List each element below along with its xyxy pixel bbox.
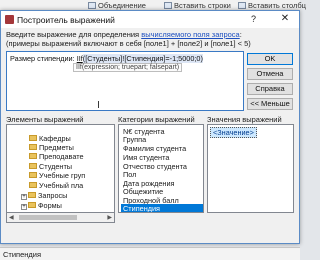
tree-item[interactable]: Учебный пла xyxy=(29,181,83,190)
examples-text: (примеры выражений включают в себя [поле… xyxy=(6,39,251,48)
text-cursor-icon: I xyxy=(97,100,100,111)
close-icon[interactable]: ✕ xyxy=(271,11,299,27)
table-icon xyxy=(29,182,37,188)
expression-builder-dialog: Построитель выражений ? ✕ Введите выраже… xyxy=(0,10,300,244)
expand-icon[interactable]: + xyxy=(21,204,27,210)
tree-item-forms[interactable]: + Формы xyxy=(21,201,62,210)
access-app-icon xyxy=(5,15,14,24)
dialog-titlebar[interactable]: Построитель выражений ? ✕ xyxy=(1,11,299,28)
calculated-field-link[interactable]: вычисляемого поля запроса xyxy=(141,30,240,39)
tree-item[interactable]: Студенты xyxy=(29,162,72,171)
table-icon xyxy=(29,172,37,178)
tree-item[interactable]: Кафедры xyxy=(29,134,71,143)
function-signature-tooltip: IIf(expression; truepart; falsepart) xyxy=(73,63,183,72)
background-field-row: Стипендия xyxy=(0,247,300,260)
iif-function[interactable]: IIf xyxy=(77,54,83,63)
expression-editor[interactable]: Размер стипендии: IIf([Студенты]![Стипен… xyxy=(6,51,244,111)
less-button[interactable]: << Меньше xyxy=(247,98,293,110)
ok-button[interactable]: OK xyxy=(247,53,293,65)
list-item[interactable]: Общежитие xyxy=(121,187,203,196)
scroll-thumb[interactable] xyxy=(19,215,77,220)
dialog-title: Построитель выражений xyxy=(17,15,115,25)
background-field-label: Стипендия xyxy=(3,250,42,259)
merge-icon xyxy=(88,2,96,9)
elements-horizontal-scrollbar[interactable]: ◀ ▶ xyxy=(6,213,115,223)
folder-icon xyxy=(28,192,36,198)
scroll-left-icon[interactable]: ◀ xyxy=(9,214,14,221)
folder-icon xyxy=(28,202,36,208)
instruction-text: Введите выражение для определения вычисл… xyxy=(6,30,242,39)
ribbon-merge-button[interactable]: Объединение xyxy=(88,1,146,10)
cancel-button[interactable]: Отмена xyxy=(247,68,293,80)
table-icon xyxy=(29,163,37,169)
list-item[interactable]: <Значение> xyxy=(210,127,257,138)
tree-item[interactable]: Предметы xyxy=(29,143,74,152)
insert-columns-icon xyxy=(238,2,246,9)
list-item[interactable]: Имя студента xyxy=(121,153,203,162)
list-item-selected[interactable]: Стипендия xyxy=(121,204,203,212)
scroll-right-icon[interactable]: ▶ xyxy=(107,214,112,221)
values-label: Значения выражений xyxy=(207,115,282,124)
tree-item[interactable]: Учебные груп xyxy=(29,171,85,180)
expand-icon[interactable]: + xyxy=(21,194,27,200)
table-icon xyxy=(29,144,37,150)
expression-text[interactable]: Размер стипендии: IIf([Студенты]![Стипен… xyxy=(10,54,203,63)
help-icon[interactable]: ? xyxy=(251,14,256,24)
categories-label: Категории выражений xyxy=(118,115,195,124)
table-icon xyxy=(29,135,37,141)
list-item[interactable]: Группа xyxy=(121,135,203,144)
values-list[interactable]: <Значение> xyxy=(207,124,294,213)
help-button[interactable]: Справка xyxy=(247,83,293,95)
ribbon-insert-rows-button[interactable]: Вставить строки xyxy=(164,1,231,10)
ribbon-insert-columns-button[interactable]: Вставить столбц xyxy=(238,1,306,10)
tree-item-queries[interactable]: + Запросы xyxy=(21,191,67,200)
categories-list[interactable]: N€ студента Группа Фамилия студента Имя … xyxy=(118,124,204,213)
table-icon xyxy=(29,153,37,159)
insert-rows-icon xyxy=(164,2,172,9)
list-item[interactable]: Пол xyxy=(121,170,203,179)
elements-tree[interactable]: Кафедры Предметы Преподавате Студенты Уч… xyxy=(6,124,115,213)
elements-label: Элементы выражений xyxy=(6,115,84,124)
tree-item[interactable]: Преподавате xyxy=(29,152,84,161)
list-item[interactable]: Фамилия студента xyxy=(121,144,203,153)
